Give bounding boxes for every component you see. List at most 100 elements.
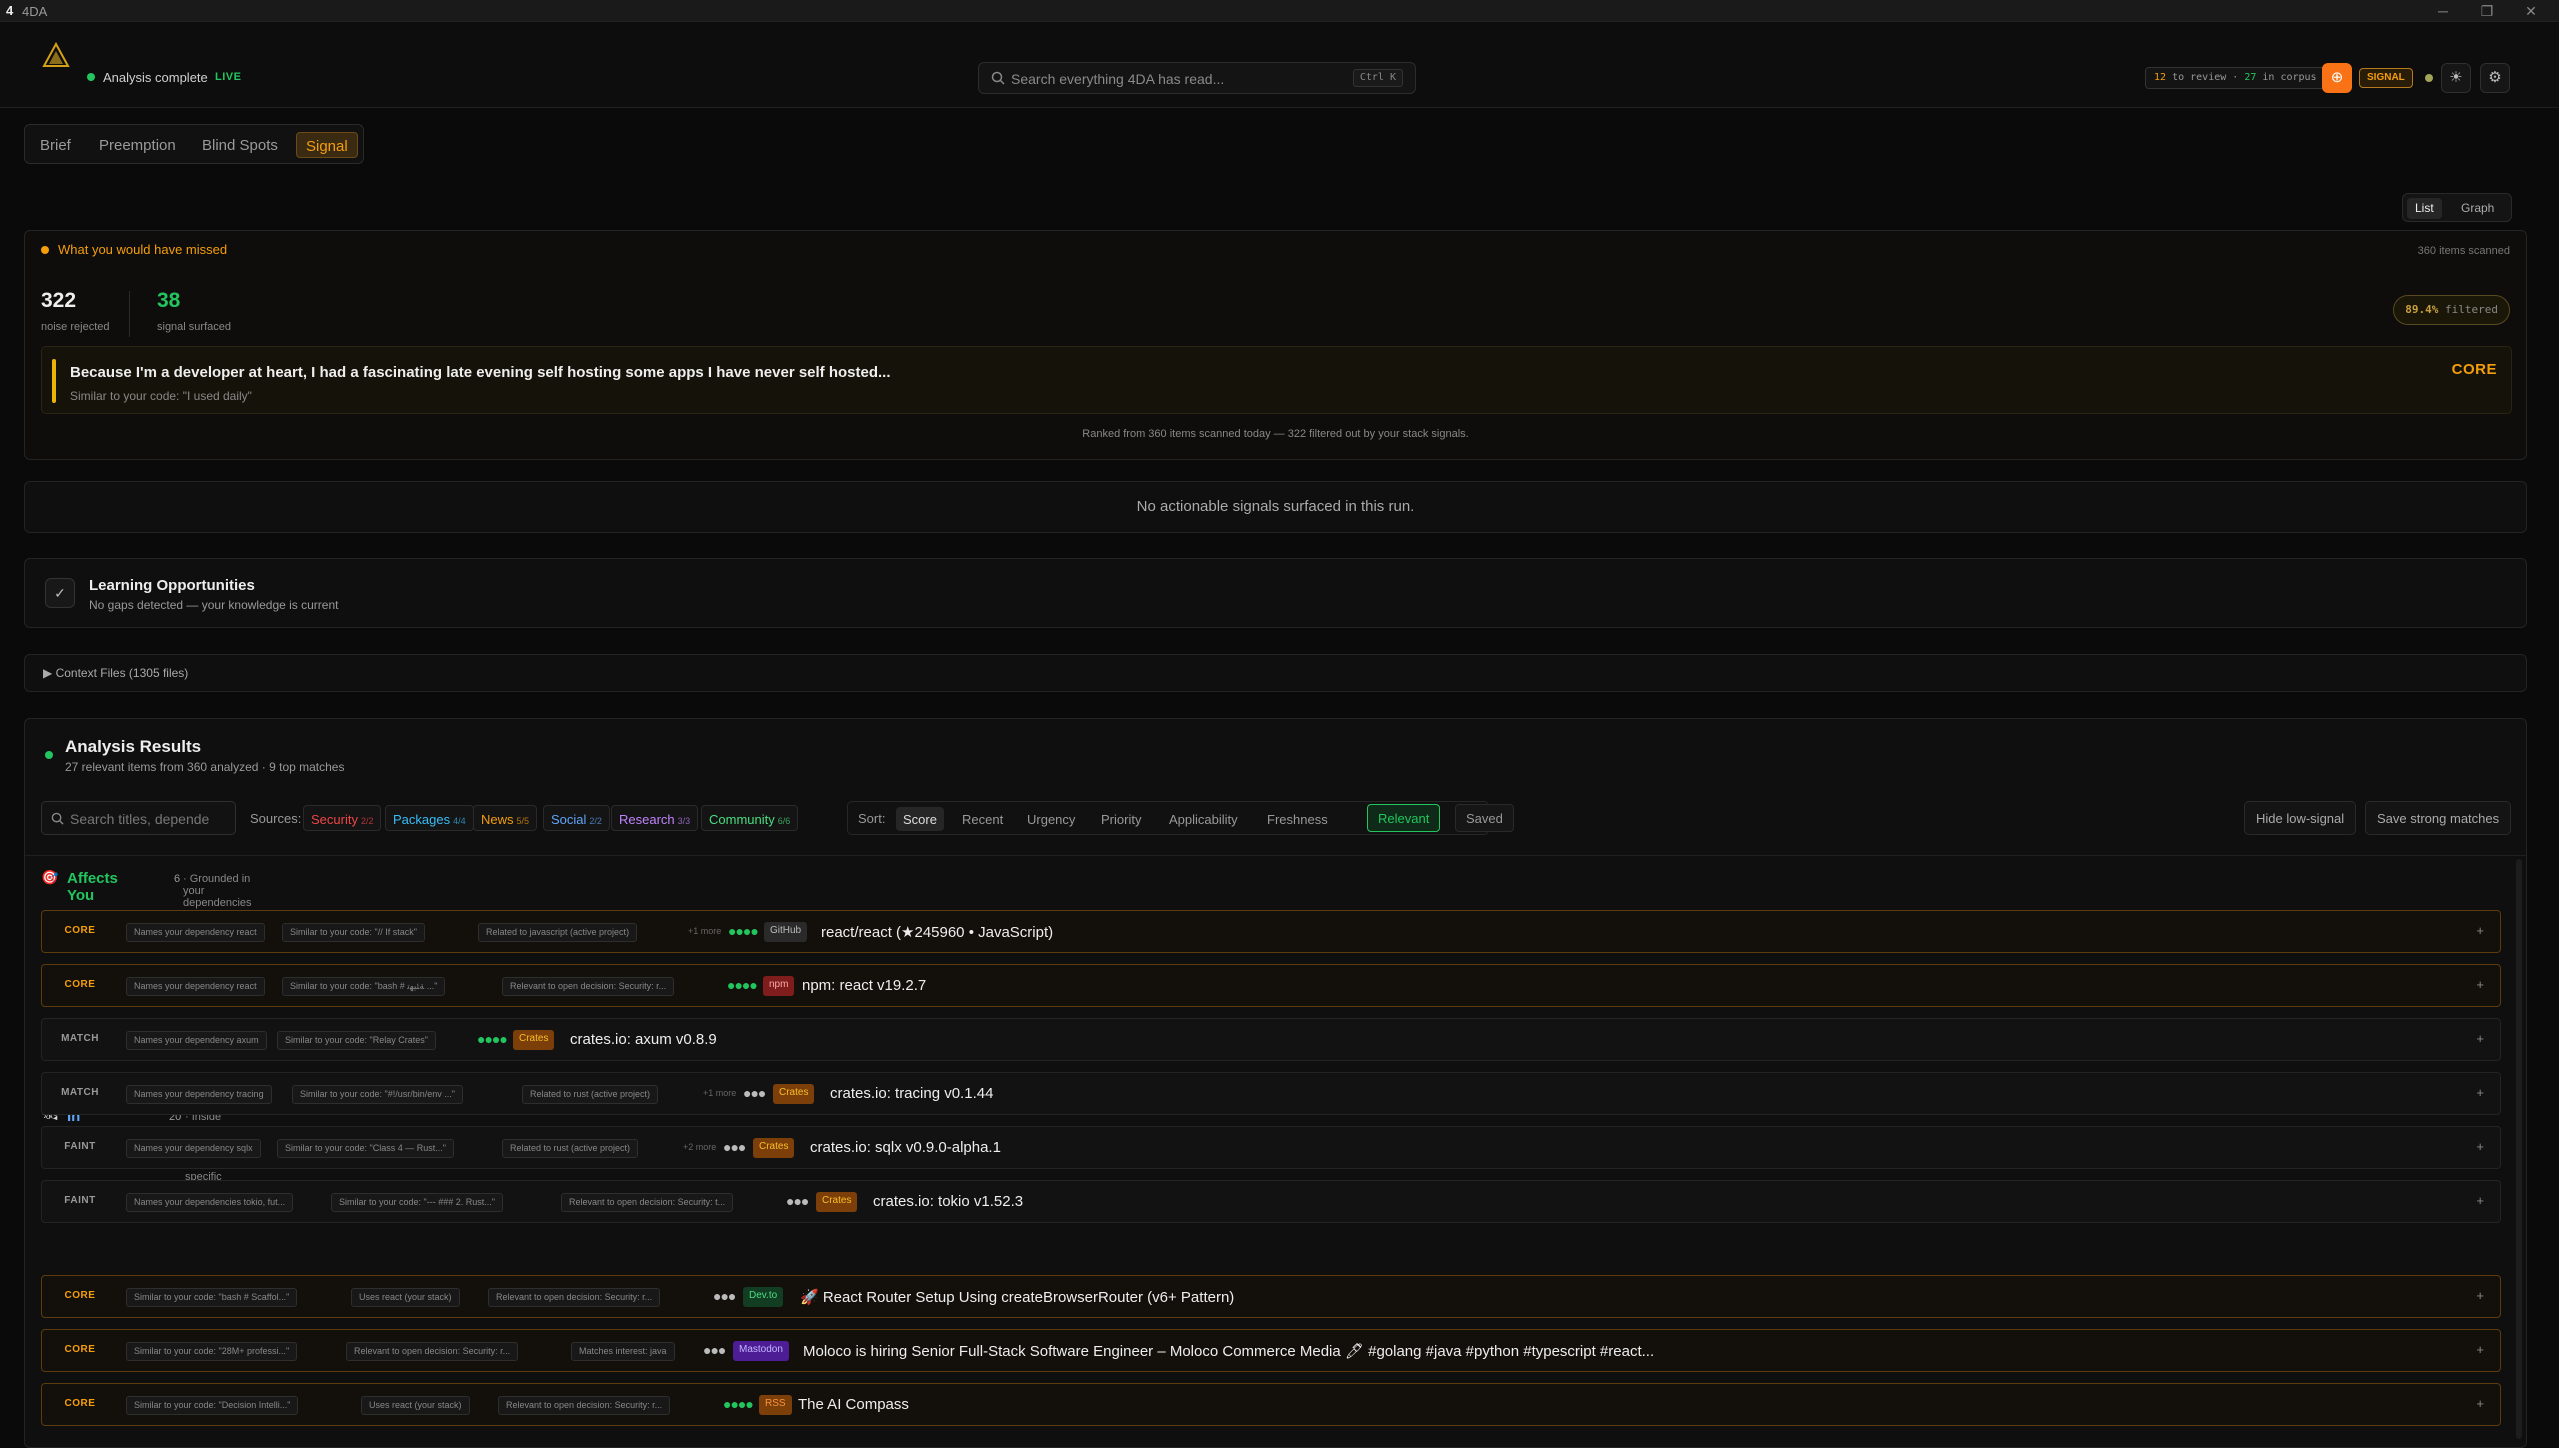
source-count: 3/3 [677,816,691,826]
result-title[interactable]: The AI Compass [798,1396,909,1413]
expand-icon[interactable]: + [2476,923,2484,938]
result-row[interactable]: FAINT Names your dependency sqlx Similar t… [41,1126,2501,1169]
results-subtitle: 27 relevant items from 360 analyzed · 9 … [65,760,345,774]
result-title[interactable]: npm: react v19.2.7 [802,977,926,994]
expand-icon[interactable]: + [2476,1288,2484,1303]
expand-icon[interactable]: + [2476,1139,2484,1154]
minimize-icon[interactable]: ─ [2421,0,2465,22]
signal-action-button[interactable]: ⊕ [2322,63,2352,93]
save-strong-matches-button[interactable]: Save strong matches [2365,801,2512,835]
source-count: 5/5 [516,816,530,826]
source-chip-research[interactable]: Research 3/3 [611,805,699,831]
saved-filter-button[interactable]: Saved [1455,804,1514,832]
source-badge: Crates [816,1192,858,1212]
missed-item-subtitle: Similar to your code: "I used daily" [70,389,252,403]
expand-icon[interactable]: + [2476,1396,2484,1411]
result-title[interactable]: react/react (★245960 • JavaScript) [821,923,1053,941]
logo-icon[interactable] [42,42,70,70]
settings-button[interactable]: ⚙ [2480,63,2510,93]
sort-freshness[interactable]: Freshness [1260,807,1335,831]
result-title[interactable]: 🚀 React Router Setup Using createBrowser… [800,1288,1234,1306]
result-row[interactable]: MATCH Names your dependency tracing Simila… [41,1072,2501,1115]
sort-recent[interactable]: Recent [955,807,1010,831]
tier-label: MATCH [61,1087,99,1098]
more-reasons[interactable]: +1 more [703,1088,736,1098]
sort-score[interactable]: Score [896,807,944,831]
close-icon[interactable]: ✕ [2509,0,2553,22]
signal-badge[interactable]: SIGNAL [2359,68,2413,88]
learning-opportunities-panel: ✓ Learning Opportunities No gaps detecte… [24,558,2527,628]
view-toggle: List Graph [2402,193,2512,222]
search-icon [991,71,1005,85]
review-counter[interactable]: 12 to review · 27 in corpus [2145,67,2326,89]
signal-strength-dots: ●●● [743,1085,766,1101]
expand-icon[interactable]: + [2476,1085,2484,1100]
maximize-icon[interactable]: ❐ [2465,0,2509,22]
result-row[interactable]: CORE Similar to your code: "bash # Scaffo… [41,1275,2501,1318]
expand-icon[interactable]: + [2476,1193,2484,1208]
more-reasons[interactable]: +2 more [683,1142,716,1152]
source-chip-packages[interactable]: Packages 4/4 [385,805,474,831]
ranked-summary: Ranked from 360 items scanned today — 32… [1082,428,1469,440]
list-view-button[interactable]: List [2407,198,2442,219]
signal-strength-dots: ●●● [786,1193,809,1209]
theme-toggle-button[interactable]: ☀ [2441,63,2471,93]
sort-priority[interactable]: Priority [1094,807,1148,831]
reason-pill: Similar to your code: "--- ### 2. Rust..… [331,1193,503,1212]
results-scrollbar[interactable] [2516,859,2522,1439]
context-files-panel[interactable]: ▶ Context Files (1305 files) [24,654,2527,692]
graph-view-button[interactable]: Graph [2453,198,2502,219]
live-badge: LIVE [215,71,242,83]
reason-pill: Similar to your code: "28M+ professi..." [126,1342,298,1361]
result-title[interactable]: Moloco is hiring Senior Full-Stack Softw… [803,1342,1654,1360]
source-chip-social[interactable]: Social 2/2 [543,805,610,831]
reason-pill: Relevant to open decision: Security: r..… [498,1396,671,1415]
sort-applicability[interactable]: Applicability [1162,807,1245,831]
missed-item-title: Because I'm a developer at heart, I had … [70,364,891,381]
tab-preemption[interactable]: Preemption [90,132,185,158]
expand-icon[interactable]: + [2476,1031,2484,1046]
result-row[interactable]: CORE Similar to your code: "28M+ professi… [41,1329,2501,1372]
source-chip-news[interactable]: News 5/5 [473,805,538,831]
result-title[interactable]: crates.io: axum v0.8.9 [570,1031,717,1048]
source-chip-security[interactable]: Security 2/2 [303,805,382,831]
hide-low-signal-button[interactable]: Hide low-signal [2244,801,2357,835]
more-reasons[interactable]: +1 more [688,926,721,936]
expand-icon[interactable]: + [2476,977,2484,992]
no-actionable-panel: No actionable signals surfaced in this r… [24,481,2527,533]
result-row[interactable]: CORE Similar to your code: "Decision Inte… [41,1383,2501,1426]
tier-label: CORE [64,1290,96,1301]
tab-brief[interactable]: Brief [31,132,80,158]
reason-pill: Similar to your code: "Relay Crates" [277,1031,436,1050]
source-chip-community[interactable]: Community 6/6 [701,805,799,831]
corpus-count: 27 [2244,72,2257,83]
result-row[interactable]: CORE Names your dependency react Similar t… [41,910,2501,953]
context-files-toggle[interactable]: ▶ Context Files (1305 files) [43,666,188,680]
tier-label: FAINT [64,1195,96,1206]
reason-pill: Names your dependency axum [126,1031,267,1050]
expand-icon[interactable]: + [2476,1342,2484,1357]
tab-signal[interactable]: Signal [296,132,358,158]
relevant-filter-button[interactable]: Relevant [1367,804,1441,832]
tab-blind-spots[interactable]: Blind Spots [193,132,287,158]
results-dot [45,751,53,759]
source-count: 4/4 [453,816,466,826]
source-badge: GitHub [764,922,808,942]
no-actionable-text: No actionable signals surfaced in this r… [1136,498,1415,515]
result-title[interactable]: crates.io: tracing v0.1.44 [830,1085,993,1102]
filtered-badge: 89.4% filtered [2393,295,2510,325]
result-row[interactable]: MATCH Names your dependency axum Similar t… [41,1018,2501,1061]
result-row[interactable]: FAINT Names your dependencies tokio, fut.… [41,1180,2501,1223]
result-title[interactable]: crates.io: tokio v1.52.3 [873,1193,1023,1210]
source-count: 2/2 [589,816,602,826]
source-badge: npm [763,976,795,996]
results-search-input[interactable]: Search titles, depende [41,801,236,835]
result-title[interactable]: crates.io: sqlx v0.9.0-alpha.1 [810,1139,1001,1156]
global-search[interactable]: Search everything 4DA has read... Ctrl K [978,62,1416,94]
tier-label: CORE [64,1398,96,1409]
result-row[interactable]: CORE Names your dependency react Similar t… [41,964,2501,1007]
missed-core-item[interactable]: Because I'm a developer at heart, I had … [41,346,2512,414]
reason-pill: Names your dependency tracing [126,1085,272,1104]
sort-urgency[interactable]: Urgency [1020,807,1082,831]
stat-divider [129,291,130,337]
